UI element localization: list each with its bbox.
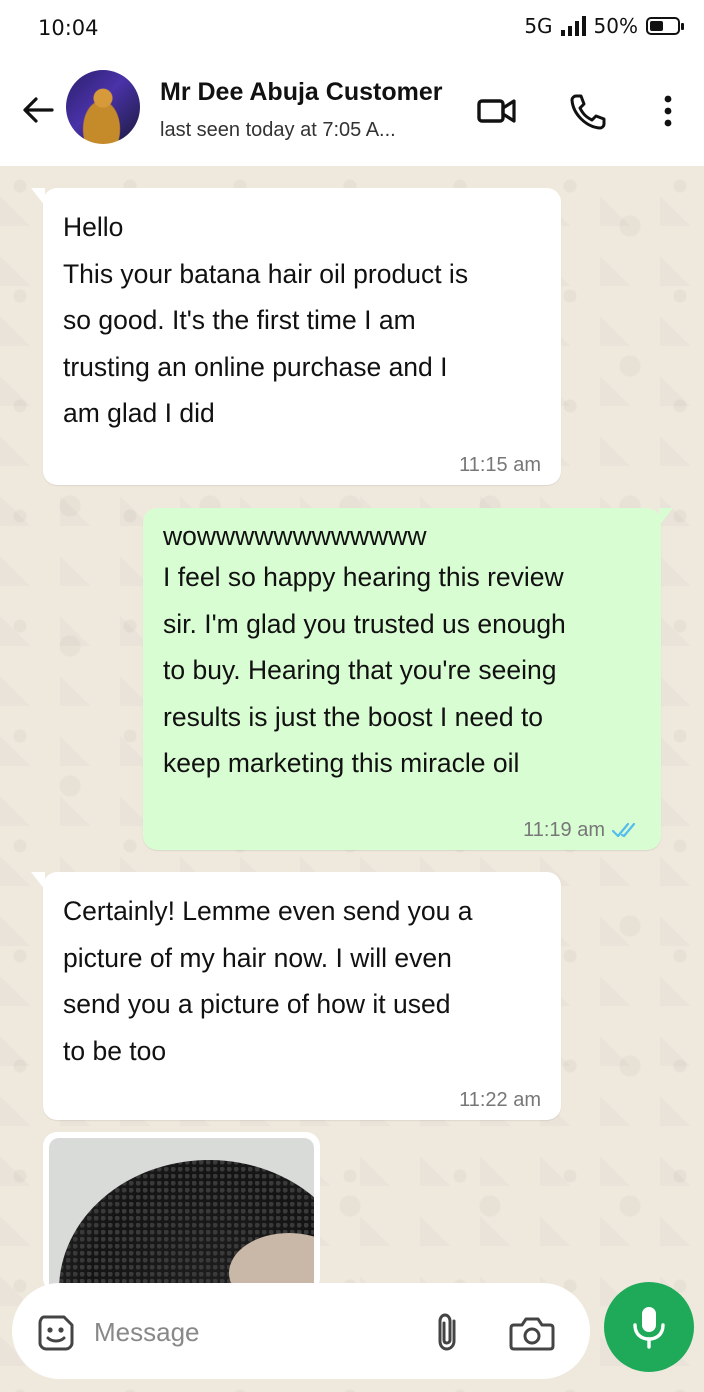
microphone-icon	[633, 1307, 665, 1349]
message-line: wowwwwwwwwwwww	[163, 521, 427, 551]
more-options-icon[interactable]	[645, 88, 691, 134]
message-composer: Message	[12, 1283, 590, 1379]
message-line: to be too	[63, 1035, 167, 1066]
message-bubble-incoming[interactable]: Certainly! Lemme even send you a picture…	[31, 872, 561, 1120]
network-label: 5G	[524, 14, 553, 38]
status-right: 5G 50%	[524, 14, 684, 38]
message-line: This your batana hair oil product is	[63, 258, 469, 289]
contact-name[interactable]: Mr Dee Abuja Customer	[160, 78, 442, 107]
message-time: 11:15 am	[459, 453, 541, 477]
bubble-tail	[659, 508, 673, 526]
last-seen-status[interactable]: last seen today at 7:05 A...	[160, 119, 396, 142]
contact-avatar[interactable]	[66, 70, 140, 144]
image-message[interactable]	[43, 1132, 320, 1292]
message-line: keep marketing this miracle oil	[163, 748, 520, 778]
video-call-icon[interactable]	[474, 88, 520, 134]
message-line: picture of my hair now. I will even	[63, 942, 452, 973]
attach-icon[interactable]	[430, 1311, 466, 1353]
battery-percent: 50%	[593, 14, 638, 38]
battery-level	[650, 21, 663, 31]
message-line: to buy. Hearing that you're seeing	[163, 655, 557, 685]
message-bubble-incoming[interactable]: Hello This your batana hair oil product …	[31, 188, 561, 485]
message-time-text: 11:15 am	[459, 454, 541, 476]
message-line: so good. It's the first time I am	[63, 305, 416, 335]
message-line: am glad I did	[63, 398, 215, 428]
status-time: 10:04	[38, 16, 99, 40]
message-line: results is just the boost I need to	[163, 701, 544, 732]
message-line: trusting an online purchase and I	[63, 351, 448, 382]
bubble-tail	[31, 188, 45, 206]
message-time-text: 11:22 am	[459, 1089, 541, 1111]
message-line: Hello	[63, 212, 124, 242]
sticker-icon[interactable]	[36, 1313, 76, 1353]
message-line: send you a picture of how it used	[63, 989, 451, 1019]
status-bar: 10:04 5G 50%	[0, 0, 704, 56]
chat-header: Mr Dee Abuja Customer last seen today at…	[0, 56, 704, 166]
battery-icon	[646, 17, 684, 35]
message-line: Certainly! Lemme even send you a	[63, 896, 473, 926]
message-time-text: 11:19 am	[523, 819, 605, 841]
hair-photo[interactable]	[49, 1138, 314, 1292]
message-bubble-outgoing[interactable]: wowwwwwwwwwwww I feel so happy hearing t…	[143, 508, 673, 850]
back-arrow-icon[interactable]	[18, 90, 58, 130]
signal-icon	[560, 16, 586, 36]
read-receipt-icon	[611, 822, 636, 838]
message-line: I feel so happy hearing this review	[163, 562, 564, 592]
camera-icon[interactable]	[508, 1313, 556, 1353]
message-input[interactable]: Message	[94, 1317, 200, 1348]
message-time: 11:22 am	[459, 1088, 541, 1112]
voice-message-button[interactable]	[604, 1282, 694, 1372]
message-line: sir. I'm glad you trusted us enough	[163, 608, 566, 639]
message-time: 11:19 am	[523, 818, 641, 842]
bubble-tail	[31, 872, 45, 890]
voice-call-icon[interactable]	[566, 88, 612, 134]
